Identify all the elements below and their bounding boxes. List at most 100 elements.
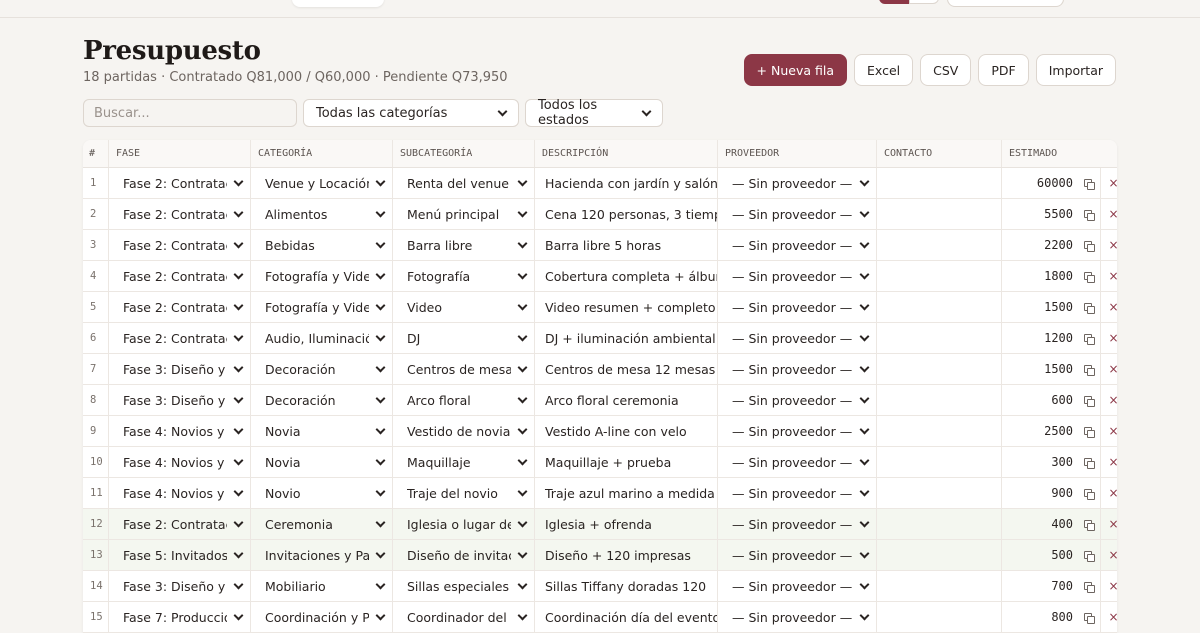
top-nav-control[interactable]: [947, 0, 1064, 7]
estimated-input[interactable]: 500: [1002, 540, 1076, 570]
provider-select[interactable]: — Sin proveedor —: [718, 478, 877, 508]
estimated-input[interactable]: 2200: [1002, 230, 1076, 260]
delete-row-button[interactable]: ×: [1101, 230, 1117, 260]
estimated-input[interactable]: 800: [1002, 602, 1076, 632]
duplicate-row-button[interactable]: [1076, 509, 1101, 539]
category-select[interactable]: Audio, Iluminación: [251, 323, 393, 353]
subcategory-select[interactable]: Barra libre: [393, 230, 535, 260]
provider-select[interactable]: — Sin proveedor —: [718, 540, 877, 570]
duplicate-row-button[interactable]: [1076, 571, 1101, 601]
phase-select[interactable]: Fase 2: Contratación: [109, 323, 251, 353]
subcategory-select[interactable]: Iglesia o lugar de ceremonia: [393, 509, 535, 539]
phase-select[interactable]: Fase 2: Contratación: [109, 230, 251, 260]
category-select[interactable]: Decoración: [251, 385, 393, 415]
provider-select[interactable]: — Sin proveedor —: [718, 509, 877, 539]
duplicate-row-button[interactable]: [1076, 230, 1101, 260]
description-input[interactable]: Hacienda con jardín y salón: [535, 168, 718, 198]
phase-select[interactable]: Fase 2: Contratación: [109, 509, 251, 539]
provider-select[interactable]: — Sin proveedor —: [718, 385, 877, 415]
contact-input[interactable]: [877, 416, 1002, 446]
contact-input[interactable]: [877, 261, 1002, 291]
delete-row-button[interactable]: ×: [1101, 478, 1117, 508]
view-toggle-inactive[interactable]: [909, 0, 939, 4]
description-input[interactable]: Barra libre 5 horas: [535, 230, 718, 260]
category-select[interactable]: Novia: [251, 416, 393, 446]
estimated-input[interactable]: 700: [1002, 571, 1076, 601]
estimated-input[interactable]: 1500: [1002, 292, 1076, 322]
phase-select[interactable]: Fase 4: Novios y cortejo: [109, 447, 251, 477]
phase-select[interactable]: Fase 2: Contratación: [109, 292, 251, 322]
delete-row-button[interactable]: ×: [1101, 292, 1117, 322]
phase-select[interactable]: Fase 4: Novios y cortejo: [109, 416, 251, 446]
duplicate-row-button[interactable]: [1076, 168, 1101, 198]
subcategory-select[interactable]: Diseño de invitaciones: [393, 540, 535, 570]
export-pdf-button[interactable]: PDF: [978, 54, 1029, 86]
subcategory-select[interactable]: Sillas especiales: [393, 571, 535, 601]
delete-row-button[interactable]: ×: [1101, 509, 1117, 539]
provider-select[interactable]: — Sin proveedor —: [718, 168, 877, 198]
duplicate-row-button[interactable]: [1076, 199, 1101, 229]
description-input[interactable]: Maquillaje + prueba: [535, 447, 718, 477]
contact-input[interactable]: [877, 354, 1002, 384]
provider-select[interactable]: — Sin proveedor —: [718, 292, 877, 322]
view-toggle-active[interactable]: [879, 0, 909, 4]
description-input[interactable]: Iglesia + ofrenda: [535, 509, 718, 539]
description-input[interactable]: Cena 120 personas, 3 tiempos: [535, 199, 718, 229]
delete-row-button[interactable]: ×: [1101, 447, 1117, 477]
phase-select[interactable]: Fase 2: Contratación: [109, 168, 251, 198]
contact-input[interactable]: [877, 602, 1002, 632]
nav-tab-active[interactable]: [292, 0, 384, 7]
phase-select[interactable]: Fase 3: Diseño y producción: [109, 354, 251, 384]
category-select[interactable]: Bebidas: [251, 230, 393, 260]
duplicate-row-button[interactable]: [1076, 323, 1101, 353]
subcategory-select[interactable]: Arco floral: [393, 385, 535, 415]
contact-input[interactable]: [877, 385, 1002, 415]
delete-row-button[interactable]: ×: [1101, 323, 1117, 353]
category-select[interactable]: Invitaciones y Papelería: [251, 540, 393, 570]
category-select[interactable]: Decoración: [251, 354, 393, 384]
status-filter-select[interactable]: Todos los estados: [525, 98, 663, 128]
subcategory-select[interactable]: Coordinador del día: [393, 602, 535, 632]
estimated-input[interactable]: 60000: [1002, 168, 1076, 198]
contact-input[interactable]: [877, 199, 1002, 229]
duplicate-row-button[interactable]: [1076, 478, 1101, 508]
delete-row-button[interactable]: ×: [1101, 168, 1117, 198]
delete-row-button[interactable]: ×: [1101, 540, 1117, 570]
estimated-input[interactable]: 1200: [1002, 323, 1076, 353]
estimated-input[interactable]: 900: [1002, 478, 1076, 508]
duplicate-row-button[interactable]: [1076, 292, 1101, 322]
category-select[interactable]: Mobiliario: [251, 571, 393, 601]
search-input[interactable]: [83, 99, 297, 127]
subcategory-select[interactable]: Centros de mesa: [393, 354, 535, 384]
category-select[interactable]: Alimentos: [251, 199, 393, 229]
export-csv-button[interactable]: CSV: [920, 54, 972, 86]
description-input[interactable]: Coordinación día del evento: [535, 602, 718, 632]
subcategory-select[interactable]: Renta del venue: [393, 168, 535, 198]
description-input[interactable]: Sillas Tiffany doradas 120: [535, 571, 718, 601]
provider-select[interactable]: — Sin proveedor —: [718, 261, 877, 291]
duplicate-row-button[interactable]: [1076, 540, 1101, 570]
contact-input[interactable]: [877, 230, 1002, 260]
duplicate-row-button[interactable]: [1076, 385, 1101, 415]
category-select[interactable]: Venue y Locación: [251, 168, 393, 198]
estimated-input[interactable]: 1500: [1002, 354, 1076, 384]
contact-input[interactable]: [877, 447, 1002, 477]
delete-row-button[interactable]: ×: [1101, 602, 1117, 632]
contact-input[interactable]: [877, 478, 1002, 508]
category-select[interactable]: Ceremonia: [251, 509, 393, 539]
description-input[interactable]: Diseño + 120 impresas: [535, 540, 718, 570]
subcategory-select[interactable]: Vestido de novia: [393, 416, 535, 446]
description-input[interactable]: DJ + iluminación ambiental: [535, 323, 718, 353]
category-select[interactable]: Fotografía y Video: [251, 292, 393, 322]
subcategory-select[interactable]: Fotografía: [393, 261, 535, 291]
phase-select[interactable]: Fase 3: Diseño y producción: [109, 571, 251, 601]
provider-select[interactable]: — Sin proveedor —: [718, 571, 877, 601]
category-filter-select[interactable]: Todas las categorías: [303, 99, 519, 127]
duplicate-row-button[interactable]: [1076, 354, 1101, 384]
duplicate-row-button[interactable]: [1076, 261, 1101, 291]
contact-input[interactable]: [877, 323, 1002, 353]
phase-select[interactable]: Fase 4: Novios y cortejo: [109, 478, 251, 508]
description-input[interactable]: Video resumen + completo: [535, 292, 718, 322]
provider-select[interactable]: — Sin proveedor —: [718, 354, 877, 384]
contact-input[interactable]: [877, 292, 1002, 322]
